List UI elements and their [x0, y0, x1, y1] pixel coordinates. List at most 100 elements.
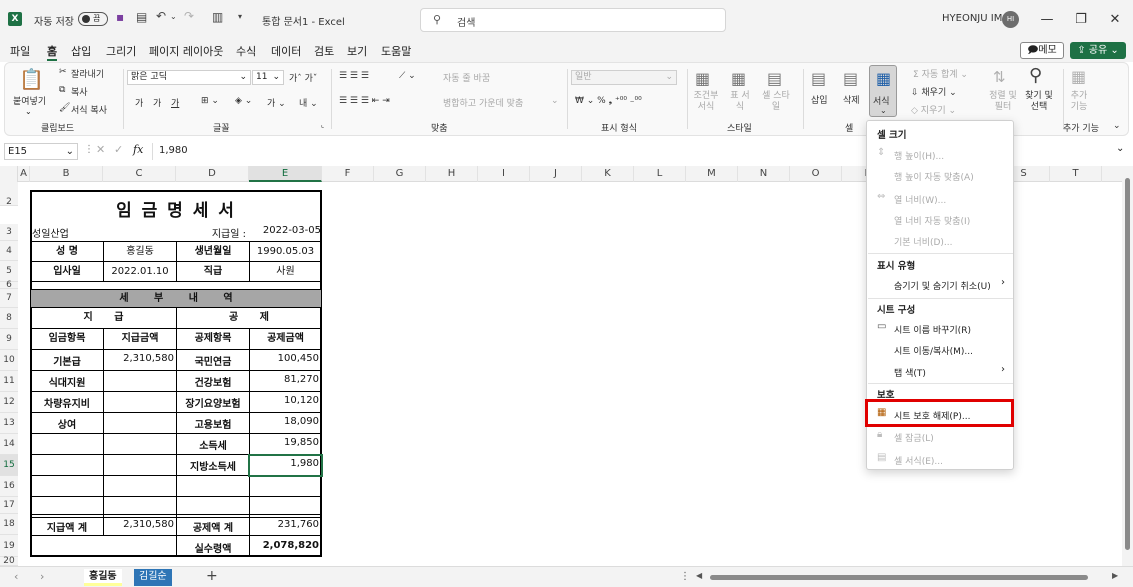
- phonetic-icon[interactable]: 내 ⌄: [299, 96, 318, 109]
- bold-icon[interactable]: 가: [135, 96, 143, 109]
- menu-item-column-width[interactable]: 열 너비(W)...: [894, 193, 946, 206]
- row-header[interactable]: 20: [0, 557, 18, 566]
- save-icon[interactable]: ▪: [116, 10, 124, 24]
- tab-insert[interactable]: 삽입: [71, 43, 91, 59]
- tab-page-layout[interactable]: 페이지 레이아웃: [149, 43, 223, 59]
- autosum-button[interactable]: Σ 자동 합계 ⌄: [913, 67, 968, 80]
- find-icon[interactable]: ⚲: [1029, 65, 1042, 86]
- fill-button[interactable]: ⇩ 채우기 ⌄: [911, 85, 957, 98]
- select-all-button[interactable]: [0, 166, 18, 182]
- menu-item-autofit-column[interactable]: 열 너비 자동 맞춤(I): [894, 214, 970, 227]
- accounting-icon[interactable]: ₩ ⌄ % ❟ ⁺⁰⁰ ₋⁰⁰: [575, 96, 642, 106]
- pay-item[interactable]: 식대지원: [30, 374, 104, 389]
- scroll-left-icon[interactable]: ◀: [696, 571, 702, 580]
- column-header[interactable]: I: [478, 166, 530, 182]
- details-header[interactable]: 세 부 내 역: [30, 289, 322, 308]
- sort-filter-button[interactable]: 정렬 및 필터: [985, 91, 1021, 113]
- share-button[interactable]: ⇪ 공유 ⌄: [1070, 42, 1126, 59]
- column-header[interactable]: D: [176, 166, 249, 182]
- pay-item[interactable]: 차량유지비: [30, 395, 104, 410]
- row-header-selected[interactable]: 15: [0, 455, 18, 476]
- row-header[interactable]: 9: [0, 329, 18, 350]
- row-header[interactable]: 7: [0, 289, 18, 308]
- column-header[interactable]: L: [634, 166, 686, 182]
- menu-item-move-copy-sheet[interactable]: 시트 이동/복사(M)...: [894, 344, 973, 357]
- row-header[interactable]: 6: [0, 281, 18, 290]
- scroll-thumb[interactable]: [1125, 178, 1130, 550]
- pay-total-label[interactable]: 지급액 계: [30, 519, 104, 534]
- add-sheet-icon[interactable]: +: [206, 568, 218, 584]
- autosave-toggle[interactable]: 끔: [78, 12, 108, 26]
- column-header[interactable]: M: [686, 166, 738, 182]
- tab-split-handle-icon[interactable]: ⋮: [680, 571, 690, 582]
- deduct-amount[interactable]: 100,450: [249, 353, 322, 364]
- cell-styles-icon[interactable]: ▤: [767, 69, 782, 88]
- tab-file[interactable]: 파일: [10, 43, 30, 59]
- paste-button[interactable]: 붙여넣기: [13, 94, 46, 107]
- birth-label[interactable]: 생년월일: [176, 241, 250, 262]
- row-header[interactable]: 2: [0, 182, 18, 207]
- menu-item-lock-cell[interactable]: 셀 잠금(L): [894, 431, 934, 444]
- copy-button[interactable]: 복사: [71, 85, 88, 98]
- vertical-scrollbar[interactable]: [1122, 166, 1133, 566]
- row-header[interactable]: 10: [0, 350, 18, 371]
- menu-item-rename-sheet[interactable]: 시트 이름 바꾸기(R): [894, 323, 971, 336]
- italic-icon[interactable]: 가: [153, 96, 161, 109]
- deduct-item[interactable]: 장기요양보험: [176, 395, 250, 410]
- net-pay-label[interactable]: 실수령액: [176, 540, 250, 555]
- menu-item-autofit-row[interactable]: 행 높이 자동 맞춤(A): [894, 170, 974, 183]
- row-header[interactable]: 17: [0, 497, 18, 514]
- addins-button[interactable]: 추가 기능: [1069, 91, 1089, 113]
- next-sheet-icon[interactable]: ›: [40, 570, 44, 583]
- cut-button[interactable]: 잘라내기: [71, 67, 104, 80]
- insert-function-icon[interactable]: fx: [133, 143, 143, 156]
- pay-item[interactable]: 기본급: [30, 353, 104, 368]
- orientation-icon[interactable]: ⟋ ⌄: [399, 71, 416, 81]
- row-header[interactable]: 5: [0, 261, 18, 282]
- deduct-amount[interactable]: 19,850: [249, 437, 322, 448]
- deduct-total[interactable]: 231,760: [249, 519, 322, 530]
- deduct-item[interactable]: 건강보험: [176, 374, 250, 389]
- active-cell-cursor[interactable]: [248, 454, 323, 477]
- pay-total[interactable]: 2,310,580: [103, 519, 177, 530]
- column-header[interactable]: N: [738, 166, 790, 182]
- merge-center-button[interactable]: 병합하고 가운데 맞춤: [443, 96, 523, 109]
- deduct-item[interactable]: 국민연금: [176, 353, 250, 368]
- format-button[interactable]: ▦ 서식 ⌄: [869, 65, 897, 117]
- restore-icon[interactable]: ❐: [1066, 5, 1096, 35]
- join-date[interactable]: 2022.01.10: [103, 261, 177, 282]
- prev-sheet-icon[interactable]: ‹: [14, 570, 18, 583]
- pay-amount[interactable]: 2,310,580: [103, 353, 177, 364]
- company-name[interactable]: 성일산업: [30, 225, 103, 240]
- row-header[interactable]: 18: [0, 514, 18, 535]
- pay-amount-header[interactable]: 지급금액: [103, 328, 177, 350]
- sheet-tab-active[interactable]: 홍길동: [84, 569, 122, 586]
- conditional-format-button[interactable]: 조건부 서식: [691, 91, 721, 113]
- number-format-combo[interactable]: 일반 ⌄: [571, 70, 677, 85]
- pay-header[interactable]: 지 급: [30, 307, 177, 329]
- underline-icon[interactable]: 가: [171, 96, 179, 109]
- cell-styles-button[interactable]: 셀 스타일: [761, 91, 791, 113]
- delete-button[interactable]: 삭제: [843, 93, 860, 106]
- column-header[interactable]: B: [30, 166, 103, 182]
- doc-icon[interactable]: ▥: [212, 10, 223, 24]
- copy-icon[interactable]: ⧉: [59, 85, 65, 95]
- pay-date[interactable]: 2022-03-05: [249, 225, 322, 236]
- payslip-title[interactable]: 임 금 명 세 서: [30, 196, 322, 221]
- deduct-amount[interactable]: 10,120: [249, 395, 322, 406]
- column-header[interactable]: T: [1050, 166, 1102, 182]
- menu-item-tab-color[interactable]: 탭 색(T): [894, 366, 926, 379]
- cancel-icon[interactable]: ✕: [96, 143, 105, 156]
- tab-data[interactable]: 데이터: [271, 43, 301, 59]
- column-header-selected[interactable]: E: [249, 166, 322, 182]
- font-dialog-icon[interactable]: ⌞: [321, 121, 324, 129]
- row-header[interactable]: 13: [0, 413, 18, 434]
- row-header[interactable]: 12: [0, 392, 18, 413]
- conditional-format-icon[interactable]: ▦: [695, 69, 710, 88]
- row-header[interactable]: 16: [0, 476, 18, 497]
- column-header[interactable]: K: [582, 166, 634, 182]
- align-left-icon[interactable]: ☰ ☰ ☰ ⇤ ⇥: [339, 96, 390, 106]
- insert-button[interactable]: 삽입: [811, 93, 828, 106]
- format-painter-button[interactable]: 서식 복사: [71, 103, 107, 116]
- deduct-item[interactable]: 소득세: [176, 437, 250, 452]
